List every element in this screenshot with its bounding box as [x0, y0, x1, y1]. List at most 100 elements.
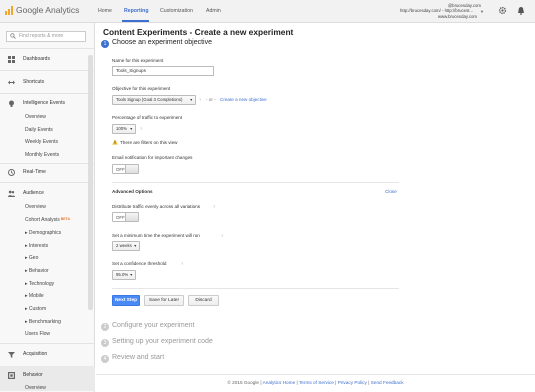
traffic-value: 100%	[116, 126, 127, 131]
sidebar-item-behavior[interactable]: Behavior	[23, 372, 43, 378]
chevron-down-icon: ▼	[129, 127, 133, 131]
nav-admin[interactable]: Admin	[206, 8, 221, 14]
sidebar-item-realtime[interactable]: Real-Time	[23, 169, 46, 175]
next-step-button[interactable]: Next Step	[112, 295, 140, 306]
ga-logo[interactable]: Google Analytics	[5, 5, 79, 15]
sidebar: Find reports & more Dashboards Shortcuts…	[0, 23, 95, 392]
objective-value: Tools Signup (Goal 3 Completions)	[116, 97, 183, 102]
sidebar-item-intelligence-overview[interactable]: Overview	[25, 114, 46, 120]
sidebar-group-behavior[interactable]: ▸ Behavior	[25, 268, 49, 274]
realtime-clock-icon	[8, 169, 15, 176]
toggle-state: OFF	[116, 166, 125, 172]
save-for-later-button[interactable]: Save for Later	[144, 295, 184, 306]
footer: © 2015 Google | Analytics Home | Terms o…	[96, 374, 535, 392]
discard-button[interactable]: Discard	[188, 295, 219, 306]
sidebar-item-behavior-overview[interactable]: Overview	[25, 385, 46, 391]
or-separator: - or -	[206, 97, 216, 102]
sidebar-scrollbar[interactable]	[88, 55, 93, 310]
step-1-badge: 1	[101, 40, 109, 48]
nav-reporting[interactable]: Reporting	[124, 8, 149, 14]
divider	[112, 288, 399, 289]
help-icon[interactable]: ?	[221, 233, 223, 238]
sidebar-item-audience-overview[interactable]: Overview	[25, 204, 46, 210]
sidebar-item-monthly-events[interactable]: Monthly Events	[25, 152, 59, 158]
footer-separator: |	[335, 380, 337, 385]
distribute-label: Distribute traffic evenly across all var…	[112, 204, 200, 209]
confidence-value: 95.0%	[116, 272, 129, 277]
footer-link-analytics-home[interactable]: Analytics Home	[263, 380, 296, 385]
confidence-select[interactable]: 95.0% ▼	[112, 270, 136, 280]
toggle-knob	[125, 213, 138, 221]
custom-label: Custom	[28, 306, 47, 312]
sidebar-item-intelligence-events[interactable]: Intelligence Events	[23, 100, 65, 106]
step-3-label: Setting up your experiment code	[112, 338, 213, 345]
help-icon[interactable]: ?	[181, 261, 183, 266]
nav-home[interactable]: Home	[98, 8, 112, 14]
email-label: Email notification for important changes	[112, 155, 193, 160]
behavior-icon	[8, 372, 15, 379]
sidebar-item-acquisition[interactable]: Acquisition	[23, 351, 47, 357]
step-3-badge: 3	[101, 339, 109, 347]
account-selector[interactable]: @brucesday.com http://brucesday.com/ - h…	[400, 3, 485, 19]
step-4-badge: 4	[101, 355, 109, 363]
toggle-state: OFF	[116, 214, 125, 220]
sidebar-group-interests[interactable]: ▸ Interests	[25, 243, 48, 249]
shortcuts-arrows-icon	[8, 80, 15, 85]
footer-link-terms[interactable]: Terms of Service	[299, 380, 334, 385]
footer-separator: |	[296, 380, 298, 385]
sidebar-item-users-flow[interactable]: Users Flow	[25, 331, 50, 337]
sidebar-group-benchmarking[interactable]: ▸ Benchmarking	[25, 319, 61, 325]
min-time-label: Set a minimum time the experiment will r…	[112, 233, 200, 238]
benchmarking-label: Benchmarking	[28, 319, 61, 325]
notifications-bell-icon[interactable]	[516, 6, 525, 15]
account-caret-icon[interactable]: ▼	[480, 9, 484, 14]
sidebar-group-technology[interactable]: ▸ Technology	[25, 281, 54, 287]
footer-link-feedback[interactable]: Send Feedback	[371, 380, 404, 385]
footer-link-privacy[interactable]: Privacy Policy	[338, 380, 367, 385]
email-toggle[interactable]: OFF	[112, 164, 139, 174]
help-icon[interactable]: ?	[213, 204, 215, 209]
behavior-group-label: Behavior	[28, 268, 49, 274]
sidebar-group-custom[interactable]: ▸ Custom	[25, 306, 46, 312]
sidebar-item-audience[interactable]: Audience	[23, 190, 44, 196]
help-icon[interactable]: ?	[140, 126, 142, 131]
min-time-value: 2 weeks	[116, 243, 132, 248]
mobile-label: Mobile	[28, 293, 44, 299]
footer-separator: |	[260, 380, 262, 385]
nav-customization[interactable]: Customization	[160, 8, 193, 14]
create-objective-link[interactable]: Create a new objective	[220, 97, 267, 102]
copyright: © 2015 Google	[227, 380, 260, 385]
analytics-logo-icon	[5, 5, 13, 15]
close-advanced-link[interactable]: Close	[385, 189, 397, 194]
experiment-name-input[interactable]: Tools_Signups	[112, 66, 214, 76]
chevron-down-icon: ▼	[133, 244, 137, 248]
sidebar-item-shortcuts[interactable]: Shortcuts	[23, 79, 44, 85]
sidebar-item-daily-events[interactable]: Daily Events	[25, 127, 53, 133]
distribute-toggle[interactable]: OFF	[112, 212, 139, 222]
gear-icon[interactable]	[498, 6, 507, 15]
min-time-select[interactable]: 2 weeks ▼	[112, 241, 140, 251]
traffic-label: Percentage of traffic to experiment	[112, 115, 183, 120]
toggle-knob	[125, 165, 138, 173]
beta-badge: BETA	[60, 217, 71, 221]
chevron-down-icon: ▼	[189, 98, 193, 102]
account-view: www.brucesday.com	[437, 13, 477, 19]
sidebar-group-demographics[interactable]: ▸ Demographics	[25, 230, 61, 236]
sidebar-item-cohort-analysis[interactable]: Cohort AnalysisBETA	[25, 217, 70, 223]
sidebar-group-mobile[interactable]: ▸ Mobile	[25, 293, 44, 299]
sidebar-item-dashboards[interactable]: Dashboards	[23, 56, 50, 62]
search-input[interactable]: Find reports & more	[6, 31, 86, 42]
cohort-analysis-label: Cohort Analysis	[25, 217, 60, 223]
technology-label: Technology	[28, 281, 55, 287]
objective-label: Objective for this experiment	[112, 86, 171, 91]
traffic-select[interactable]: 100% ▼	[112, 124, 136, 134]
help-icon[interactable]: ?	[199, 97, 201, 102]
warning-icon	[112, 139, 118, 145]
sidebar-group-geo[interactable]: ▸ Geo	[25, 255, 38, 261]
page-title: Content Experiments - Create a new exper…	[103, 27, 294, 37]
objective-select[interactable]: Tools Signup (Goal 3 Completions) ▼	[112, 95, 196, 105]
search-icon	[10, 33, 16, 41]
sidebar-item-weekly-events[interactable]: Weekly Events	[25, 139, 58, 145]
chevron-down-icon: ▼	[129, 273, 133, 277]
step-2-badge: 2	[101, 323, 109, 331]
